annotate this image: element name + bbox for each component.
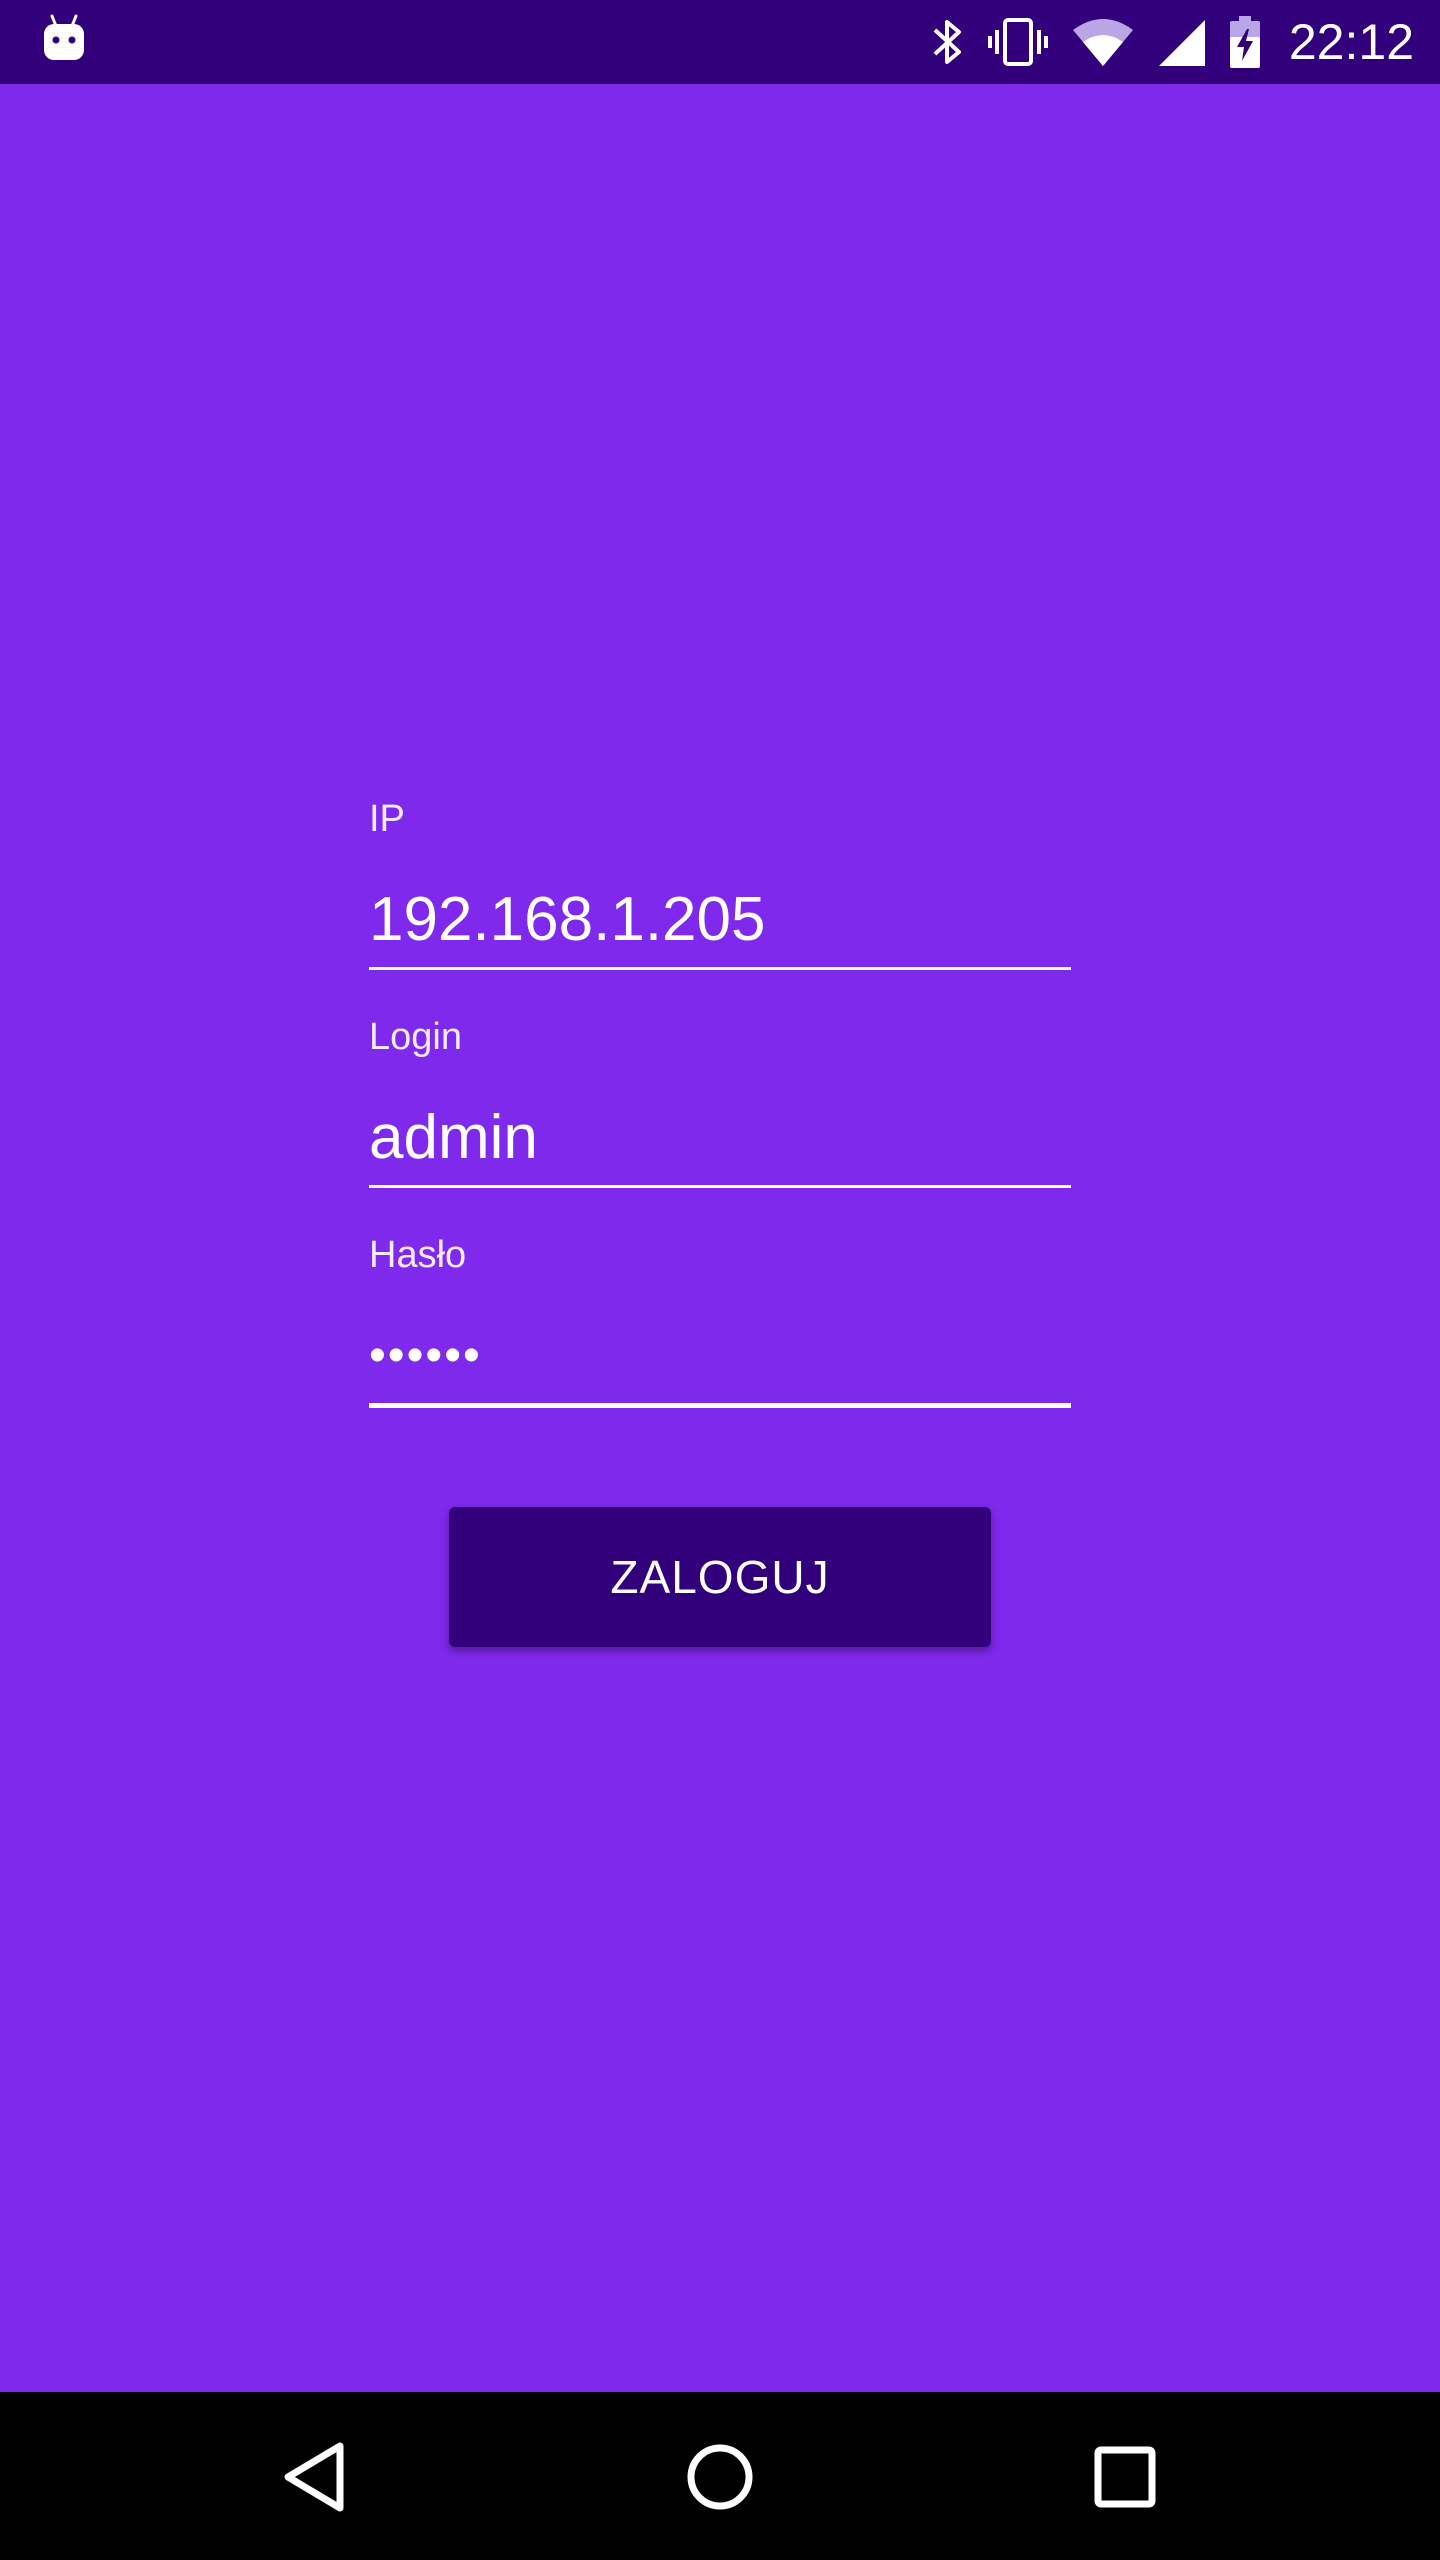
signal-icon: [1158, 20, 1205, 66]
navigation-bar: [0, 2392, 1440, 2560]
ip-input[interactable]: [369, 886, 1071, 954]
password-underline: [369, 1403, 1071, 1408]
password-field: Hasło: [369, 1236, 1071, 1408]
wifi-icon: [1072, 19, 1133, 66]
ip-label: IP: [369, 798, 405, 840]
login-label: Login: [369, 1016, 462, 1058]
vibrate-icon: [987, 18, 1048, 66]
recents-button[interactable]: [1080, 2432, 1170, 2522]
back-icon: [284, 2442, 344, 2512]
back-button[interactable]: [270, 2432, 360, 2522]
ip-field: IP: [369, 800, 1071, 970]
battery-charging-icon: [1229, 16, 1260, 68]
bluetooth-icon: [933, 20, 961, 64]
password-input[interactable]: [369, 1322, 1071, 1390]
status-icons: 22:12: [931, 0, 1414, 84]
password-label: Hasło: [369, 1234, 467, 1276]
android-notification-icon: [44, 14, 84, 60]
home-button[interactable]: [675, 2432, 765, 2522]
home-icon: [687, 2444, 753, 2510]
ip-underline: [369, 967, 1071, 970]
login-field: Login: [369, 1018, 1071, 1188]
login-button[interactable]: ZALOGUJ: [449, 1507, 991, 1647]
login-underline: [369, 1185, 1071, 1188]
recents-icon: [1094, 2446, 1156, 2508]
status-bar: 22:12: [0, 0, 1440, 84]
login-form: IP Login Hasło: [369, 800, 1071, 1408]
status-time: 22:12: [1288, 14, 1414, 70]
login-input[interactable]: [369, 1104, 1071, 1172]
